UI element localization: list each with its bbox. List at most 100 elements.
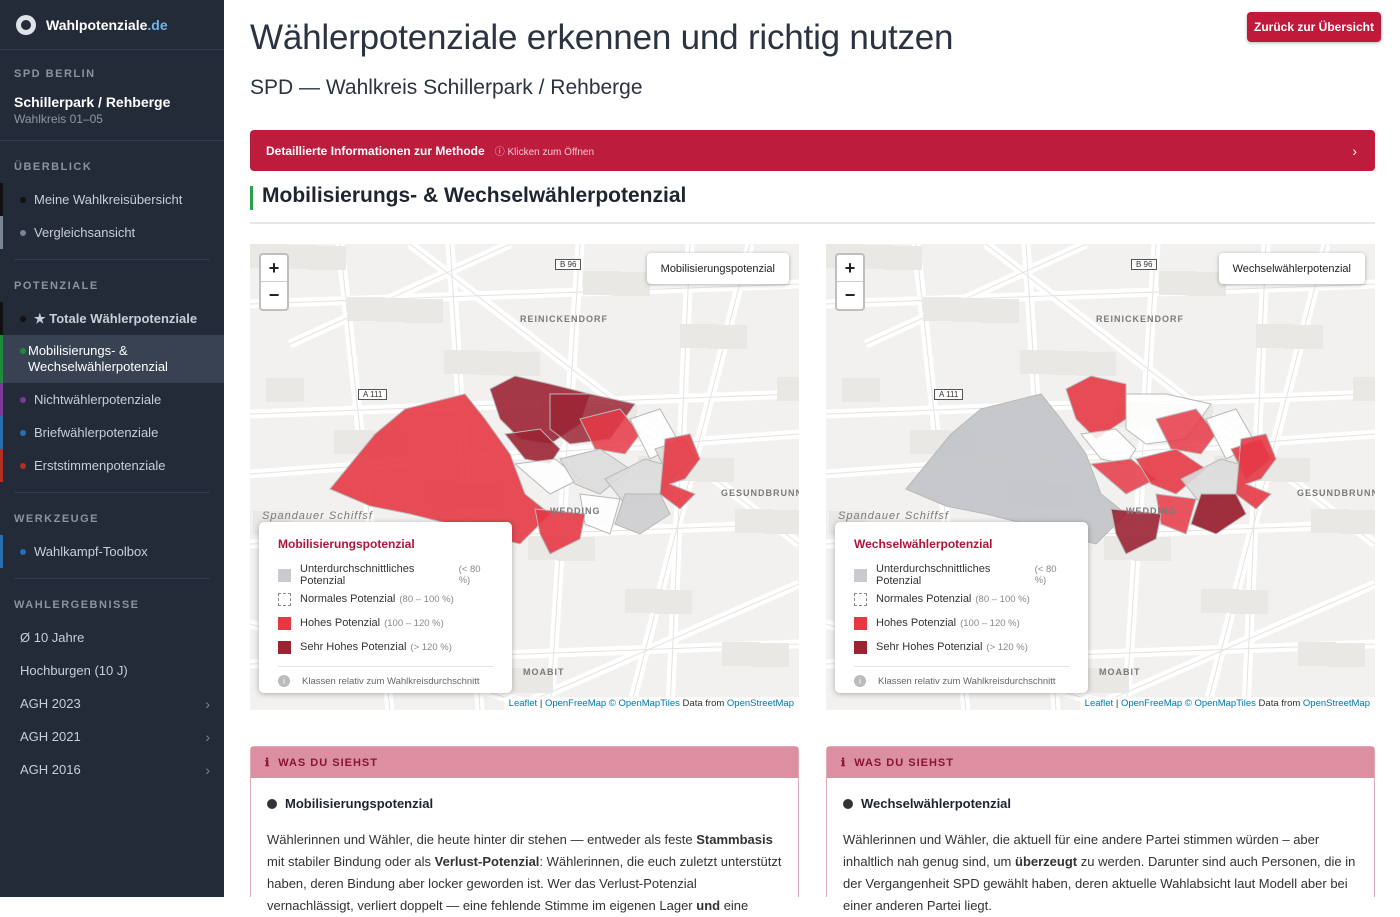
block: [696, 458, 734, 482]
sidebar-item-label: Nichtwählerpotenziale: [34, 392, 162, 407]
block: [842, 378, 880, 402]
sidebar-item-label: Hochburgen (10 J): [20, 663, 128, 678]
map-label-wedding: WEDDING: [1126, 506, 1177, 516]
section-potenziale: POTENZIALE: [14, 280, 99, 292]
block: [751, 643, 789, 667]
openstreetmap-link[interactable]: OpenStreetMap: [1303, 698, 1370, 709]
district-name: Wahlkreis 01–05: [14, 112, 103, 126]
zoom-control: + −: [259, 253, 289, 311]
method-hint: ⓘ Klicken zum Öffnen: [494, 147, 595, 158]
openmaptiles-link[interactable]: OpenMapTiles: [618, 698, 679, 709]
openfreemap-link[interactable]: OpenFreeMap: [1121, 698, 1182, 709]
sidebar-item-mobilisierung[interactable]: Mobilisierungs- & Wechselwählerpotenzial: [0, 335, 224, 383]
legend-label: Sehr Hohes Potenzial: [300, 641, 407, 653]
leaflet-link[interactable]: Leaflet: [1085, 698, 1114, 709]
zoom-in-button[interactable]: +: [837, 255, 863, 282]
leaflet-link[interactable]: Leaflet: [509, 698, 538, 709]
globe-icon: [16, 14, 36, 35]
sidebar-item-label: Wahlkampf-Toolbox: [34, 544, 148, 559]
back-to-overview-button[interactable]: Zurück zur Übersicht: [1247, 12, 1381, 42]
map-label-wedding: WEDDING: [550, 506, 601, 516]
map-wechselwaehler[interactable]: + − Wechselwählerpotenzial B 96 A 111 REI…: [826, 244, 1375, 710]
info-card-mobilisierung: ℹ WAS DU SIEHST Mobilisierungspotenzial W…: [250, 746, 799, 913]
section-accent-bar: [250, 186, 253, 210]
map-attribution: Leaflet | OpenFreeMap © OpenMapTiles Dat…: [1079, 697, 1375, 710]
info-icon: i: [278, 675, 290, 687]
zoom-out-button[interactable]: −: [837, 282, 863, 309]
zoom-in-button[interactable]: +: [261, 255, 287, 282]
sidebar-item-wahlkreisuebersicht[interactable]: Meine Wahlkreisübersicht: [0, 183, 224, 216]
block: [1285, 325, 1323, 349]
legend-row: Unterdurchschnittliches Potenzial (< 80 %…: [278, 563, 493, 587]
nav-dot-icon: [20, 462, 26, 469]
sidebar-item-label: AGH 2023: [20, 696, 81, 711]
map-label-moabit: MOABIT: [1099, 667, 1141, 677]
nav-dot-icon: [20, 348, 26, 354]
info-card-header: ℹ WAS DU SIEHST: [827, 747, 1374, 778]
bullet-icon: [267, 798, 277, 809]
section-title: Mobilisierungs- & Wechselwählerpotenzial: [262, 184, 687, 207]
legend-swatch: [278, 592, 291, 606]
legend-label: Hohes Potenzial: [876, 617, 957, 629]
chevron-right-icon: ›: [1352, 142, 1357, 159]
sidebar-item-briefwaehler[interactable]: Briefwählerpotenziale: [0, 416, 224, 449]
road-sign-b96: B 96: [555, 259, 582, 270]
legend-range: (> 120 %): [410, 641, 452, 653]
emphasis: Verlust-Potenzial: [434, 854, 540, 869]
method-accordion[interactable]: Detaillierte Informationen zur Methode ⓘ…: [250, 130, 1375, 171]
zoom-out-button[interactable]: −: [261, 282, 287, 309]
map-mobilisierung[interactable]: + − Mobilisierungspotenzial B 96 A 111 RE…: [250, 244, 799, 710]
section-heading: Mobilisierungs- & Wechselwählerpotenzial: [250, 184, 1375, 224]
legend-label: Sehr Hohes Potenzial: [876, 641, 983, 653]
road-sign-a111: A 111: [934, 389, 964, 400]
sidebar: Wahlpotenziale .de SPD BERLIN Schillerpar…: [0, 0, 224, 897]
legend-range: (100 – 120 %): [960, 617, 1020, 629]
legend-note: i Klassen relativ zum Wahlkreisdurchschni…: [854, 675, 1069, 687]
sidebar-item-label: Mobilisierungs- & Wechselwählerpotenzial: [28, 343, 168, 374]
sidebar-item-agh-2023[interactable]: AGH 2023 ›: [0, 687, 224, 720]
info-heading-text: Wechselwählerpotenzial: [861, 796, 1012, 811]
sidebar-item-totale[interactable]: ★ Totale Wählerpotenziale: [0, 302, 224, 335]
sidebar-item-erststimmen[interactable]: Erststimmenpotenziale: [0, 449, 224, 482]
info-card-heading: Mobilisierungspotenzial: [267, 796, 798, 811]
sidebar-item-nichtwaehler[interactable]: Nichtwählerpotenziale: [0, 383, 224, 416]
legend-row: Hohes Potenzial (100 – 120 %): [854, 611, 1069, 635]
map-attribution: Leaflet | OpenFreeMap © OpenMapTiles Dat…: [503, 697, 799, 710]
legend-range: (> 120 %): [986, 641, 1028, 653]
sidebar-item-agh-2016[interactable]: AGH 2016 ›: [0, 753, 224, 786]
info-icon: ℹ: [265, 757, 271, 769]
openfreemap-link[interactable]: OpenFreeMap: [545, 698, 606, 709]
legend-note: i Klassen relativ zum Wahlkreisdurchschni…: [278, 675, 493, 687]
openstreetmap-link[interactable]: OpenStreetMap: [727, 698, 794, 709]
map-label-reinickendorf: REINICKENDORF: [1096, 314, 1185, 324]
block: [981, 299, 1019, 323]
openmaptiles-link[interactable]: OpenMapTiles: [1194, 698, 1255, 709]
sidebar-item-agh-2021[interactable]: AGH 2021 ›: [0, 720, 224, 753]
legend-swatch: [854, 616, 867, 630]
text: Data from: [679, 698, 727, 709]
info-icon: ℹ: [841, 757, 847, 769]
brand[interactable]: Wahlpotenziale .de: [0, 0, 224, 50]
sidebar-item-toolbox[interactable]: Wahlkampf-Toolbox: [0, 535, 224, 568]
nav-dot-icon: [20, 229, 26, 236]
legend-swatch: [278, 616, 291, 630]
sidebar-item-label: Briefwählerpotenziale: [34, 425, 159, 440]
info-card-wechselwaehler: ℹ WAS DU SIEHST Wechselwählerpotenzial Wä…: [826, 746, 1375, 913]
sidebar-item-10-jahre[interactable]: Ø 10 Jahre: [0, 621, 224, 654]
sidebar-item-hochburgen[interactable]: Hochburgen (10 J): [0, 654, 224, 687]
map-label-gesundbrunnen: GESUNDBRUNNEN: [721, 488, 799, 498]
zoom-control: + −: [835, 253, 865, 311]
emphasis: und: [696, 898, 721, 913]
sidebar-item-vergleichsansicht[interactable]: Vergleichsansicht: [0, 216, 224, 249]
legend-range: (< 80 %): [458, 564, 481, 586]
nav-dot-icon: [20, 396, 26, 403]
block: [777, 377, 799, 401]
legend-range: (80 – 100 %): [975, 593, 1030, 605]
map-label-spandauer: Spandauer Schiffsf: [262, 510, 373, 522]
legend-row: Sehr Hohes Potenzial (> 120 %): [854, 635, 1069, 659]
section-overview: ÜBERBLICK: [14, 161, 93, 173]
emphasis: Stammbasis: [696, 832, 773, 847]
map-badge: Wechselwählerpotenzial: [1218, 253, 1365, 284]
legend-label: Normales Potenzial: [300, 593, 396, 605]
method-title: Detaillierte Informationen zur Methode: [266, 143, 485, 158]
